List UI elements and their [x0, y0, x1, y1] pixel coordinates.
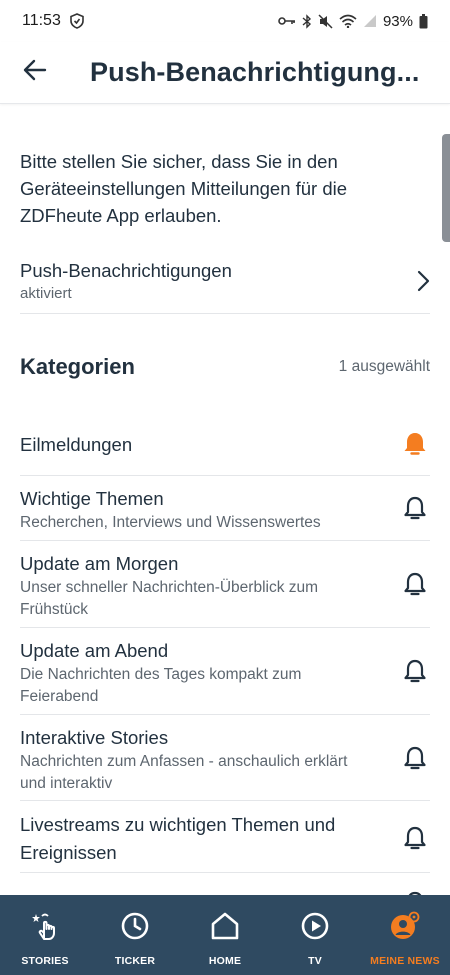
arrow-left-icon — [23, 59, 47, 86]
back-button[interactable] — [0, 42, 70, 104]
category-desc: Recherchen, Interviews und Wissenswertes — [20, 514, 321, 531]
app-header: Push-Benachrichtigung... — [0, 42, 450, 104]
nav-home[interactable]: HOME — [180, 895, 270, 975]
bluetooth-icon — [302, 13, 312, 29]
battery-icon — [419, 13, 428, 29]
nav-meine-news[interactable]: MEINE NEWS — [360, 895, 450, 975]
stories-hand-icon — [30, 911, 60, 946]
nav-label: HOME — [208, 955, 242, 967]
key-icon — [278, 15, 296, 27]
push-notifications-row[interactable]: Push-Benachrichtigungen aktiviert — [20, 258, 430, 314]
settings-content[interactable]: Bitte stellen Sie sicher, dass Sie in de… — [0, 104, 450, 895]
categories-title: Kategorien — [20, 354, 135, 379]
scrollbar-thumb[interactable] — [442, 134, 450, 242]
battery-text: 93% — [382, 12, 413, 30]
bell-outline-icon[interactable] — [402, 745, 428, 776]
signal-icon — [363, 14, 377, 28]
wifi-icon — [339, 14, 357, 28]
nav-label: STORIES — [21, 955, 69, 967]
categories-header: Kategorien 1 ausgewählt — [20, 354, 430, 380]
category-livestreams[interactable]: Livestreams zu wichtigen Themen und Erei… — [20, 801, 430, 873]
category-desc: Nachrichten zum Anfassen - anschaulich e… — [20, 753, 348, 792]
shield-icon — [69, 13, 85, 29]
category-name: Update am Abend — [20, 640, 169, 661]
bottom-navigation: STORIES TICKER HOME TV MEINE NEWS — [0, 895, 450, 975]
clock-icon — [120, 911, 150, 946]
nav-tv[interactable]: TV — [270, 895, 360, 975]
category-desc: Die Nachrichten des Tages kompakt zum Fe… — [20, 666, 302, 705]
category-name: Update am Morgen — [20, 553, 179, 574]
category-wichtige-themen[interactable]: Wichtige Themen Recherchen, Interviews u… — [20, 476, 430, 541]
bell-outline-icon[interactable] — [402, 658, 428, 689]
bell-filled-icon[interactable] — [402, 431, 428, 462]
category-desc: Unser schneller Nachrichten-Überblick zu… — [20, 579, 319, 618]
mute-icon — [318, 13, 333, 29]
category-update-morgen[interactable]: Update am Morgen Unser schneller Nachric… — [20, 541, 430, 628]
category-name: Livestreams zu wichtigen Themen und Erei… — [20, 814, 336, 863]
category-eilmeldungen[interactable]: Eilmeldungen — [20, 411, 430, 476]
info-text: Bitte stellen Sie sicher, dass Sie in de… — [20, 151, 348, 226]
category-name: Wichtige Themen — [20, 488, 164, 509]
nav-label: MEINE NEWS — [370, 955, 440, 967]
page-title: Push-Benachrichtigung... — [90, 57, 420, 87]
category-interaktive-stories[interactable]: Interaktive Stories Nachrichten zum Anfa… — [20, 715, 430, 801]
nav-stories[interactable]: STORIES — [0, 895, 90, 975]
category-update-abend[interactable]: Update am Abend Die Nachrichten des Tage… — [20, 628, 430, 715]
chevron-right-icon — [416, 270, 430, 297]
bell-outline-icon[interactable] — [402, 825, 428, 856]
nav-ticker[interactable]: TICKER — [90, 895, 180, 975]
push-title: Push-Benachrichtigungen — [20, 260, 232, 281]
nav-label: TICKER — [114, 955, 156, 967]
nav-label: TV — [308, 955, 322, 967]
bell-outline-icon[interactable] — [402, 495, 428, 526]
categories-count: 1 ausgewählt — [338, 358, 430, 375]
home-icon — [210, 911, 240, 946]
play-icon — [300, 911, 330, 946]
user-gear-icon — [389, 911, 421, 946]
category-name: Interaktive Stories — [20, 727, 169, 748]
status-time: 11:53 — [22, 12, 61, 29]
status-bar: 11:53 93% — [0, 0, 450, 42]
bell-outline-icon[interactable] — [402, 571, 428, 602]
push-status: aktiviert — [20, 285, 72, 302]
category-name: Eilmeldungen — [20, 434, 133, 455]
